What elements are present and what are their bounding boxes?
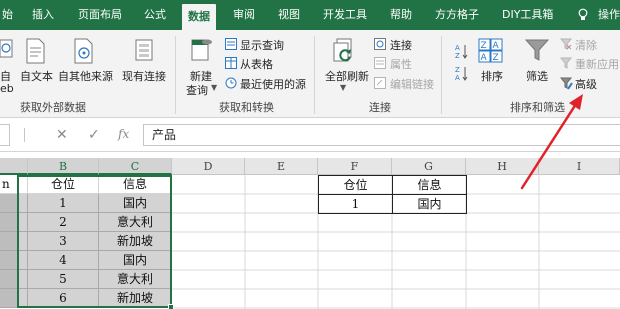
annotation-arrow-icon (520, 94, 583, 190)
